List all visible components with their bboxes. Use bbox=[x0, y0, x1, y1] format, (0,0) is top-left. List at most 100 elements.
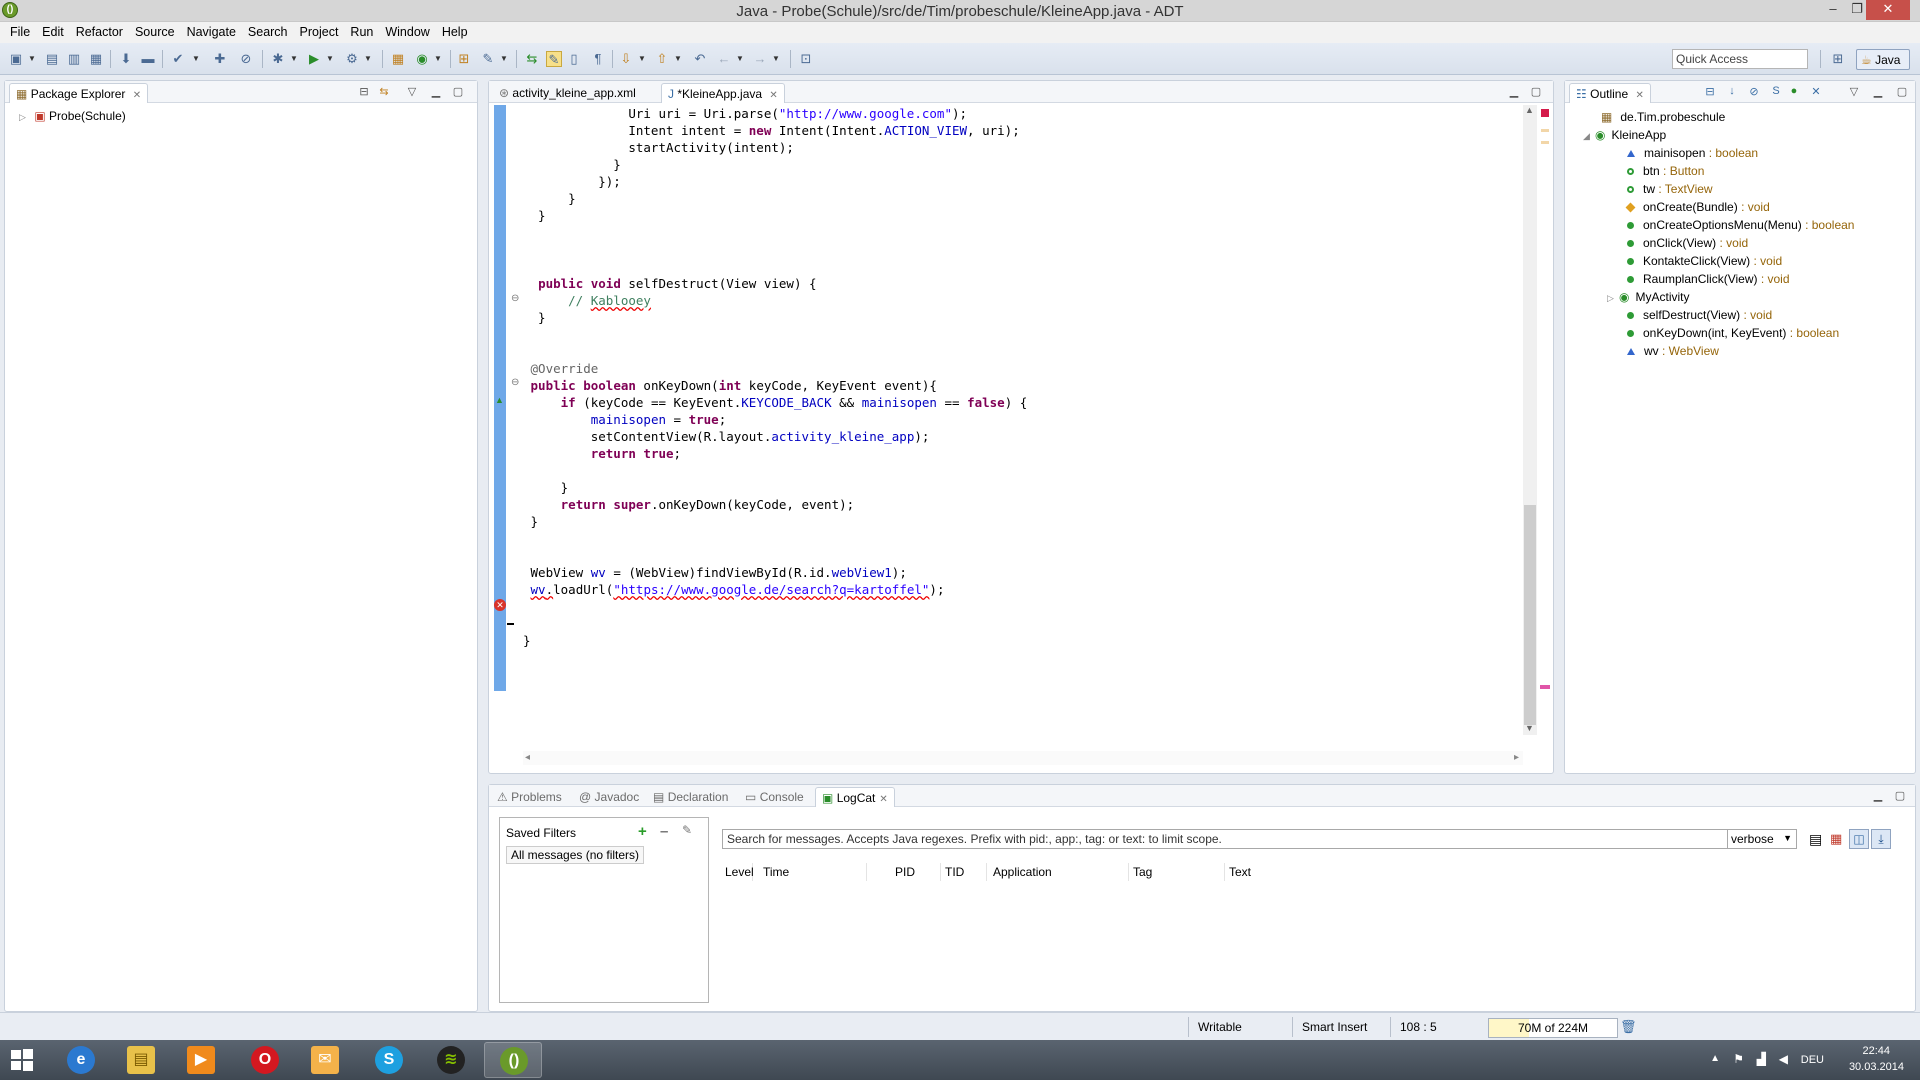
tab-kleineapp-java[interactable]: J *KleineApp.java ✕ bbox=[661, 83, 785, 103]
collapse-all-icon[interactable]: ⊟ bbox=[357, 85, 371, 98]
maximize-view-icon[interactable]: ▢ bbox=[1529, 85, 1543, 98]
tab-activity-xml[interactable]: ⊛ activity_kleine_app.xml bbox=[493, 83, 642, 103]
previous-annotation-dropdown-icon[interactable]: ▼ bbox=[674, 54, 682, 63]
hide-static-icon[interactable]: S bbox=[1769, 85, 1783, 97]
close-tab-icon[interactable]: ✕ bbox=[1635, 90, 1643, 101]
tab-javadoc[interactable]: @ Javadoc bbox=[573, 787, 645, 807]
toggle-filters-pane-icon[interactable]: ◫ bbox=[1849, 829, 1869, 849]
next-annotation-icon[interactable]: ⇩ bbox=[618, 51, 634, 67]
outline-member[interactable]: ▷ ◉ MyActivity bbox=[1607, 288, 1689, 306]
add-filter-icon[interactable]: + bbox=[638, 823, 647, 840]
minimize-view-icon[interactable]: ▁ bbox=[1871, 85, 1885, 98]
view-menu-icon[interactable]: ▽ bbox=[405, 85, 419, 98]
avd-manager-icon[interactable]: ▬ bbox=[140, 51, 156, 67]
back-icon[interactable]: ← bbox=[716, 51, 732, 67]
maximize-view-icon[interactable]: ▢ bbox=[1895, 85, 1909, 98]
hide-local-types-icon[interactable]: ✕ bbox=[1809, 85, 1823, 98]
debug-icon[interactable]: ✱ bbox=[270, 51, 286, 67]
show-whitespace-icon[interactable]: ¶ bbox=[590, 51, 606, 67]
outline-member[interactable]: KontakteClick(View) : void bbox=[1627, 252, 1782, 270]
debug-dropdown-icon[interactable]: ▼ bbox=[290, 54, 298, 63]
menu-edit[interactable]: Edit bbox=[36, 22, 70, 43]
search-icon[interactable]: ✎ bbox=[480, 51, 496, 67]
save-log-icon[interactable]: ▤ bbox=[1809, 831, 1822, 848]
filter-item-all[interactable]: All messages (no filters) bbox=[506, 846, 645, 864]
outline-member[interactable]: tw : TextView bbox=[1627, 180, 1713, 198]
column-pid[interactable]: PID bbox=[891, 863, 941, 881]
outline-member[interactable]: selfDestruct(View) : void bbox=[1627, 306, 1772, 324]
error-marker-icon[interactable]: ✕ bbox=[494, 599, 506, 611]
new-class-dropdown-icon[interactable]: ▼ bbox=[434, 54, 442, 63]
search-dropdown-icon[interactable]: ▼ bbox=[500, 54, 508, 63]
editor-horizontal-scrollbar[interactable]: ◂ ▸ bbox=[523, 751, 1523, 765]
column-text[interactable]: Text bbox=[1225, 863, 1765, 881]
java-perspective-button[interactable]: ☕ Java bbox=[1856, 49, 1910, 70]
skip-breakpoints-icon[interactable]: ⊘ bbox=[238, 51, 254, 67]
tab-console[interactable]: ▭ Console bbox=[739, 787, 810, 807]
forward-dropdown-icon[interactable]: ▼ bbox=[772, 54, 780, 63]
close-tab-icon[interactable]: ✕ bbox=[133, 90, 141, 101]
new-dropdown-icon[interactable]: ▼ bbox=[28, 54, 36, 63]
network-icon[interactable]: ▟ bbox=[1757, 1052, 1766, 1066]
open-perspective-icon[interactable]: ⊞ bbox=[1830, 51, 1846, 67]
column-application[interactable]: Application bbox=[989, 863, 1129, 881]
opera-icon[interactable]: O bbox=[236, 1042, 294, 1078]
logcat-search-input[interactable]: Search for messages. Accepts Java regexe… bbox=[722, 829, 1730, 849]
new-icon[interactable]: ▣ bbox=[8, 51, 24, 67]
edit-filter-icon[interactable]: ✎ bbox=[682, 823, 692, 837]
clock-date[interactable]: 30.03.2014 bbox=[1849, 1061, 1904, 1073]
clear-log-icon[interactable]: ▦ bbox=[1830, 831, 1842, 847]
code-area[interactable]: Uri uri = Uri.parse("http://www.google.c… bbox=[523, 105, 1523, 735]
forward-icon[interactable]: → bbox=[752, 51, 768, 67]
column-level[interactable]: Level bbox=[721, 863, 754, 881]
maximize-view-icon[interactable]: ▢ bbox=[1893, 789, 1907, 802]
quick-access-input[interactable]: Quick Access bbox=[1672, 49, 1808, 69]
scroll-left-icon[interactable]: ◂ bbox=[525, 752, 530, 763]
garbage-collect-icon[interactable]: 🗑 bbox=[1620, 1019, 1637, 1035]
scroll-down-icon[interactable]: ▼ bbox=[1525, 723, 1534, 733]
menu-help[interactable]: Help bbox=[436, 22, 474, 43]
outline-member[interactable]: wv : WebView bbox=[1627, 342, 1719, 360]
last-edit-location-icon[interactable]: ↶ bbox=[692, 51, 708, 67]
editor-vertical-scrollbar[interactable]: ▲ ▼ bbox=[1523, 105, 1537, 735]
spotify-icon[interactable]: ≋ bbox=[422, 1042, 480, 1078]
outline-member[interactable]: onCreateOptionsMenu(Menu) : boolean bbox=[1627, 216, 1854, 234]
external-tools-dropdown-icon[interactable]: ▼ bbox=[364, 54, 372, 63]
fold-icon[interactable]: ⊖ bbox=[511, 377, 519, 388]
scroll-lock-icon[interactable]: ⤓ bbox=[1871, 829, 1891, 849]
new-java-package-icon[interactable]: ▦ bbox=[390, 51, 406, 67]
column-time[interactable]: Time bbox=[759, 863, 867, 881]
run-dropdown-icon[interactable]: ▼ bbox=[326, 54, 334, 63]
next-annotation-dropdown-icon[interactable]: ▼ bbox=[638, 54, 646, 63]
outline-member[interactable]: btn : Button bbox=[1627, 162, 1704, 180]
outline-package[interactable]: ▦ de.Tim.probeschule bbox=[1601, 108, 1725, 126]
menu-search[interactable]: Search bbox=[242, 22, 294, 43]
run-icon[interactable]: ▶ bbox=[306, 51, 322, 67]
tab-problems[interactable]: ⚠ Problems bbox=[491, 787, 568, 807]
lint-dropdown-icon[interactable]: ▼ bbox=[192, 54, 200, 63]
scroll-up-icon[interactable]: ▲ bbox=[1525, 105, 1534, 115]
previous-annotation-icon[interactable]: ⇧ bbox=[654, 51, 670, 67]
sort-icon[interactable]: ↓ bbox=[1725, 85, 1739, 97]
column-tid[interactable]: TID bbox=[941, 863, 987, 881]
log-level-select[interactable]: verbose ▼ bbox=[1727, 829, 1797, 849]
save-all-icon[interactable]: ▥ bbox=[66, 51, 82, 67]
warning-mark[interactable] bbox=[1541, 141, 1549, 144]
media-player-icon[interactable]: ▶ bbox=[172, 1042, 230, 1078]
start-button[interactable] bbox=[10, 1048, 34, 1072]
external-tools-icon[interactable]: ⚙ bbox=[344, 51, 360, 67]
hide-non-public-icon[interactable]: ● bbox=[1787, 85, 1801, 97]
collapse-all-icon[interactable]: ⊟ bbox=[1703, 85, 1717, 98]
internet-explorer-icon[interactable]: e bbox=[52, 1042, 110, 1078]
warning-mark[interactable] bbox=[1541, 129, 1549, 132]
menu-window[interactable]: Window bbox=[379, 22, 435, 43]
minimize-view-icon[interactable]: ▁ bbox=[1871, 789, 1885, 802]
close-tab-icon[interactable]: ✕ bbox=[769, 90, 777, 101]
scroll-right-icon[interactable]: ▸ bbox=[1514, 752, 1519, 763]
tab-declaration[interactable]: ▤ Declaration bbox=[647, 787, 734, 807]
column-tag[interactable]: Tag bbox=[1129, 863, 1225, 881]
skype-icon[interactable]: S bbox=[360, 1042, 418, 1078]
menu-file[interactable]: File bbox=[4, 22, 36, 43]
outline-member[interactable]: onClick(View) : void bbox=[1627, 234, 1748, 252]
menu-refactor[interactable]: Refactor bbox=[70, 22, 129, 43]
